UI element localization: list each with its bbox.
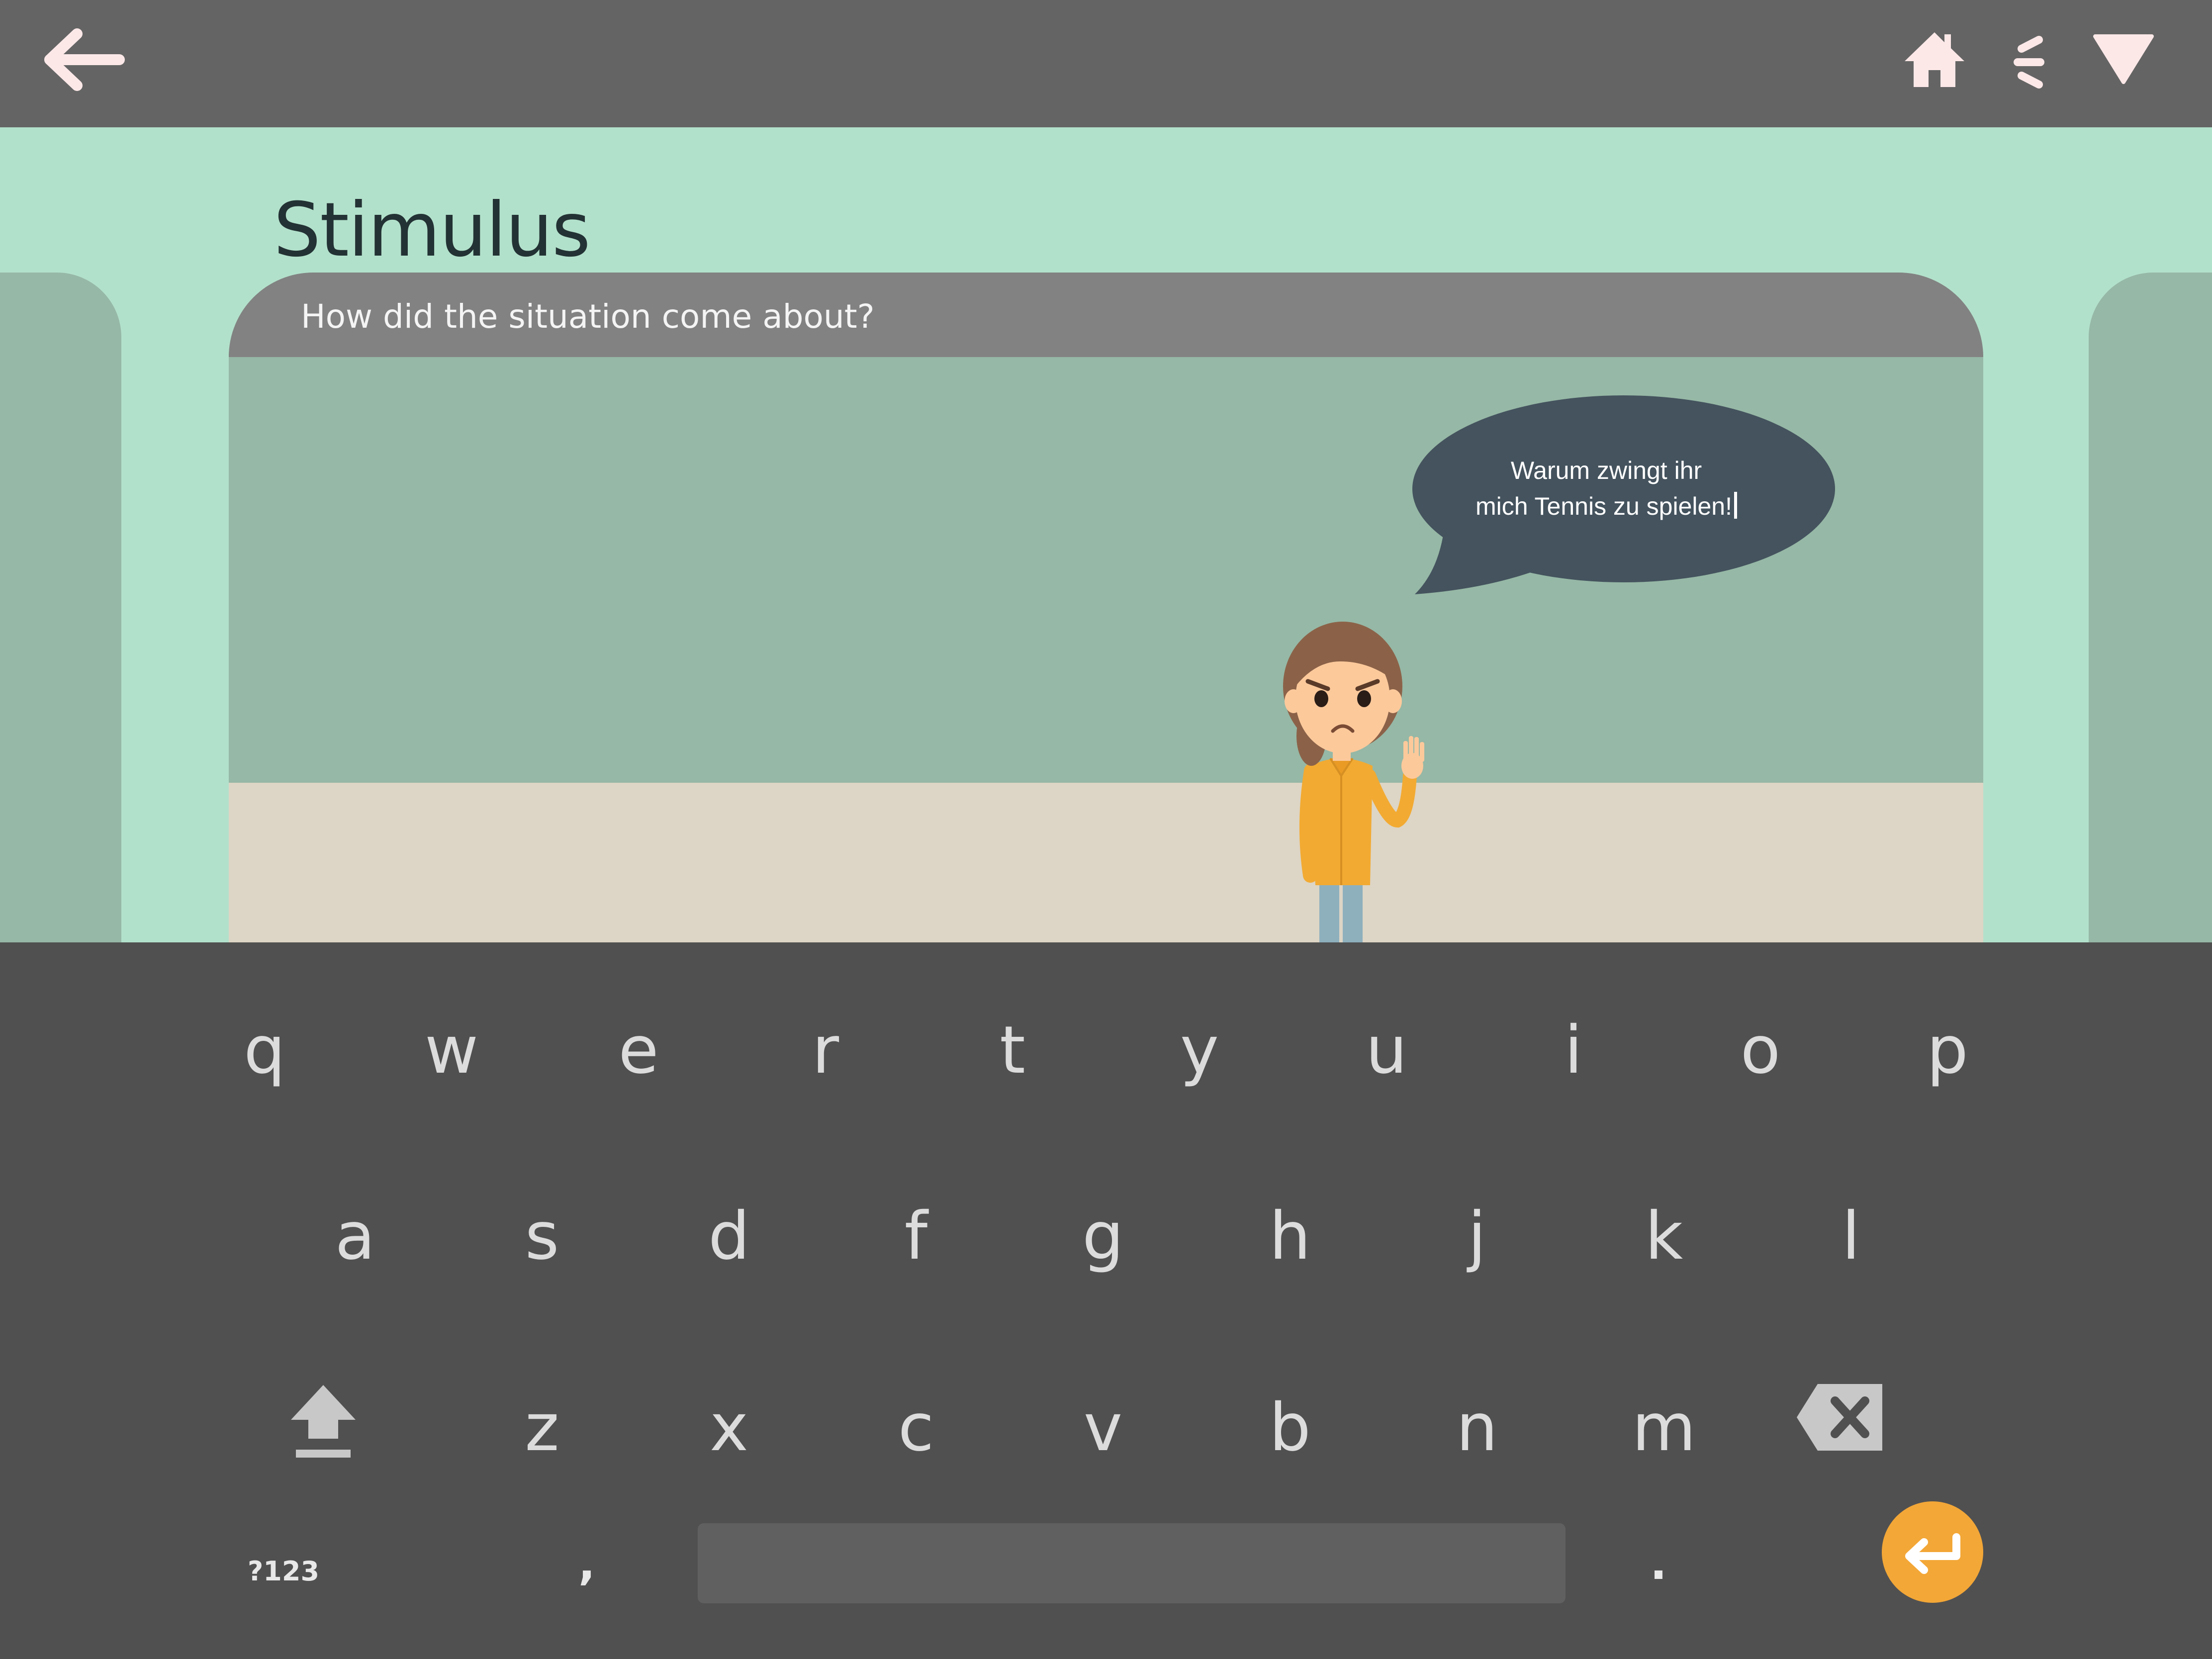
key-f[interactable]: f	[866, 1187, 966, 1286]
key-v[interactable]: v	[1053, 1378, 1153, 1477]
key-m[interactable]: m	[1614, 1378, 1714, 1477]
key-z[interactable]: z	[492, 1378, 592, 1477]
key-c[interactable]: c	[866, 1378, 966, 1477]
key-x[interactable]: x	[679, 1378, 779, 1477]
card-header: How did the situation come about?	[229, 273, 1983, 357]
stimulus-card: How did the situation come about?	[229, 273, 1983, 942]
on-screen-keyboard: q w e r t y u i o p a s d f g h j k l z …	[0, 942, 2212, 1659]
backspace-icon	[1797, 1384, 1882, 1451]
home-button[interactable]	[1900, 27, 1969, 97]
key-s[interactable]: s	[492, 1187, 592, 1286]
key-w[interactable]: w	[402, 1001, 501, 1100]
key-j[interactable]: j	[1427, 1187, 1527, 1286]
backspace-key[interactable]	[1790, 1380, 1890, 1460]
key-d[interactable]: d	[679, 1187, 779, 1286]
enter-return-icon	[1905, 1533, 1960, 1574]
key-h[interactable]: h	[1240, 1187, 1340, 1286]
key-q[interactable]: q	[215, 1001, 314, 1100]
key-i[interactable]: i	[1524, 1001, 1623, 1100]
speech-bubble-text[interactable]: Warum zwingt ihr mich Tennis zu spielen!	[1472, 453, 1741, 524]
previous-card-peek[interactable]	[0, 273, 121, 942]
symbols-key[interactable]: ?123	[234, 1539, 333, 1604]
space-bar[interactable]	[698, 1523, 1566, 1603]
dropdown-button[interactable]	[2091, 32, 2156, 87]
period-key[interactable]: .	[1629, 1539, 1688, 1599]
key-l[interactable]: l	[1801, 1187, 1901, 1286]
back-button[interactable]	[30, 20, 129, 109]
page-title: Stimulus	[274, 187, 591, 274]
card-question: How did the situation come about?	[301, 297, 875, 336]
text-cursor	[1734, 492, 1737, 519]
speech-line-1: Warum zwingt ihr	[1510, 457, 1702, 484]
comma-key[interactable]: ,	[557, 1539, 617, 1599]
key-b[interactable]: b	[1240, 1378, 1340, 1477]
key-r[interactable]: r	[776, 1001, 875, 1100]
top-app-bar	[0, 0, 2212, 127]
scene-floor	[229, 783, 1983, 942]
key-g[interactable]: g	[1053, 1187, 1153, 1286]
key-a[interactable]: a	[305, 1187, 405, 1286]
key-n[interactable]: n	[1427, 1378, 1527, 1477]
key-y[interactable]: y	[1150, 1001, 1249, 1100]
menu-button[interactable]	[2002, 30, 2056, 94]
key-e[interactable]: e	[589, 1001, 688, 1100]
key-p[interactable]: p	[1898, 1001, 1997, 1100]
home-icon	[1905, 32, 1964, 87]
key-k[interactable]: k	[1614, 1187, 1714, 1286]
next-card-peek[interactable]	[2089, 273, 2212, 942]
speech-line-2-text: mich Tennis zu spielen!	[1475, 492, 1732, 520]
shift-key[interactable]	[274, 1380, 373, 1465]
content-area: Stimulus How did the situation come abou…	[0, 127, 2212, 942]
arrow-left-icon	[44, 28, 125, 91]
key-t[interactable]: t	[963, 1001, 1062, 1100]
shift-arrow-icon	[291, 1385, 356, 1458]
enter-key[interactable]	[1882, 1501, 1983, 1603]
menu-lines-icon	[2014, 36, 2044, 89]
angry-girl-character	[1283, 622, 1424, 942]
triangle-down-icon	[2093, 34, 2154, 84]
key-u[interactable]: u	[1337, 1001, 1436, 1100]
key-o[interactable]: o	[1711, 1001, 1810, 1100]
speech-line-2: mich Tennis zu spielen!	[1472, 488, 1741, 524]
